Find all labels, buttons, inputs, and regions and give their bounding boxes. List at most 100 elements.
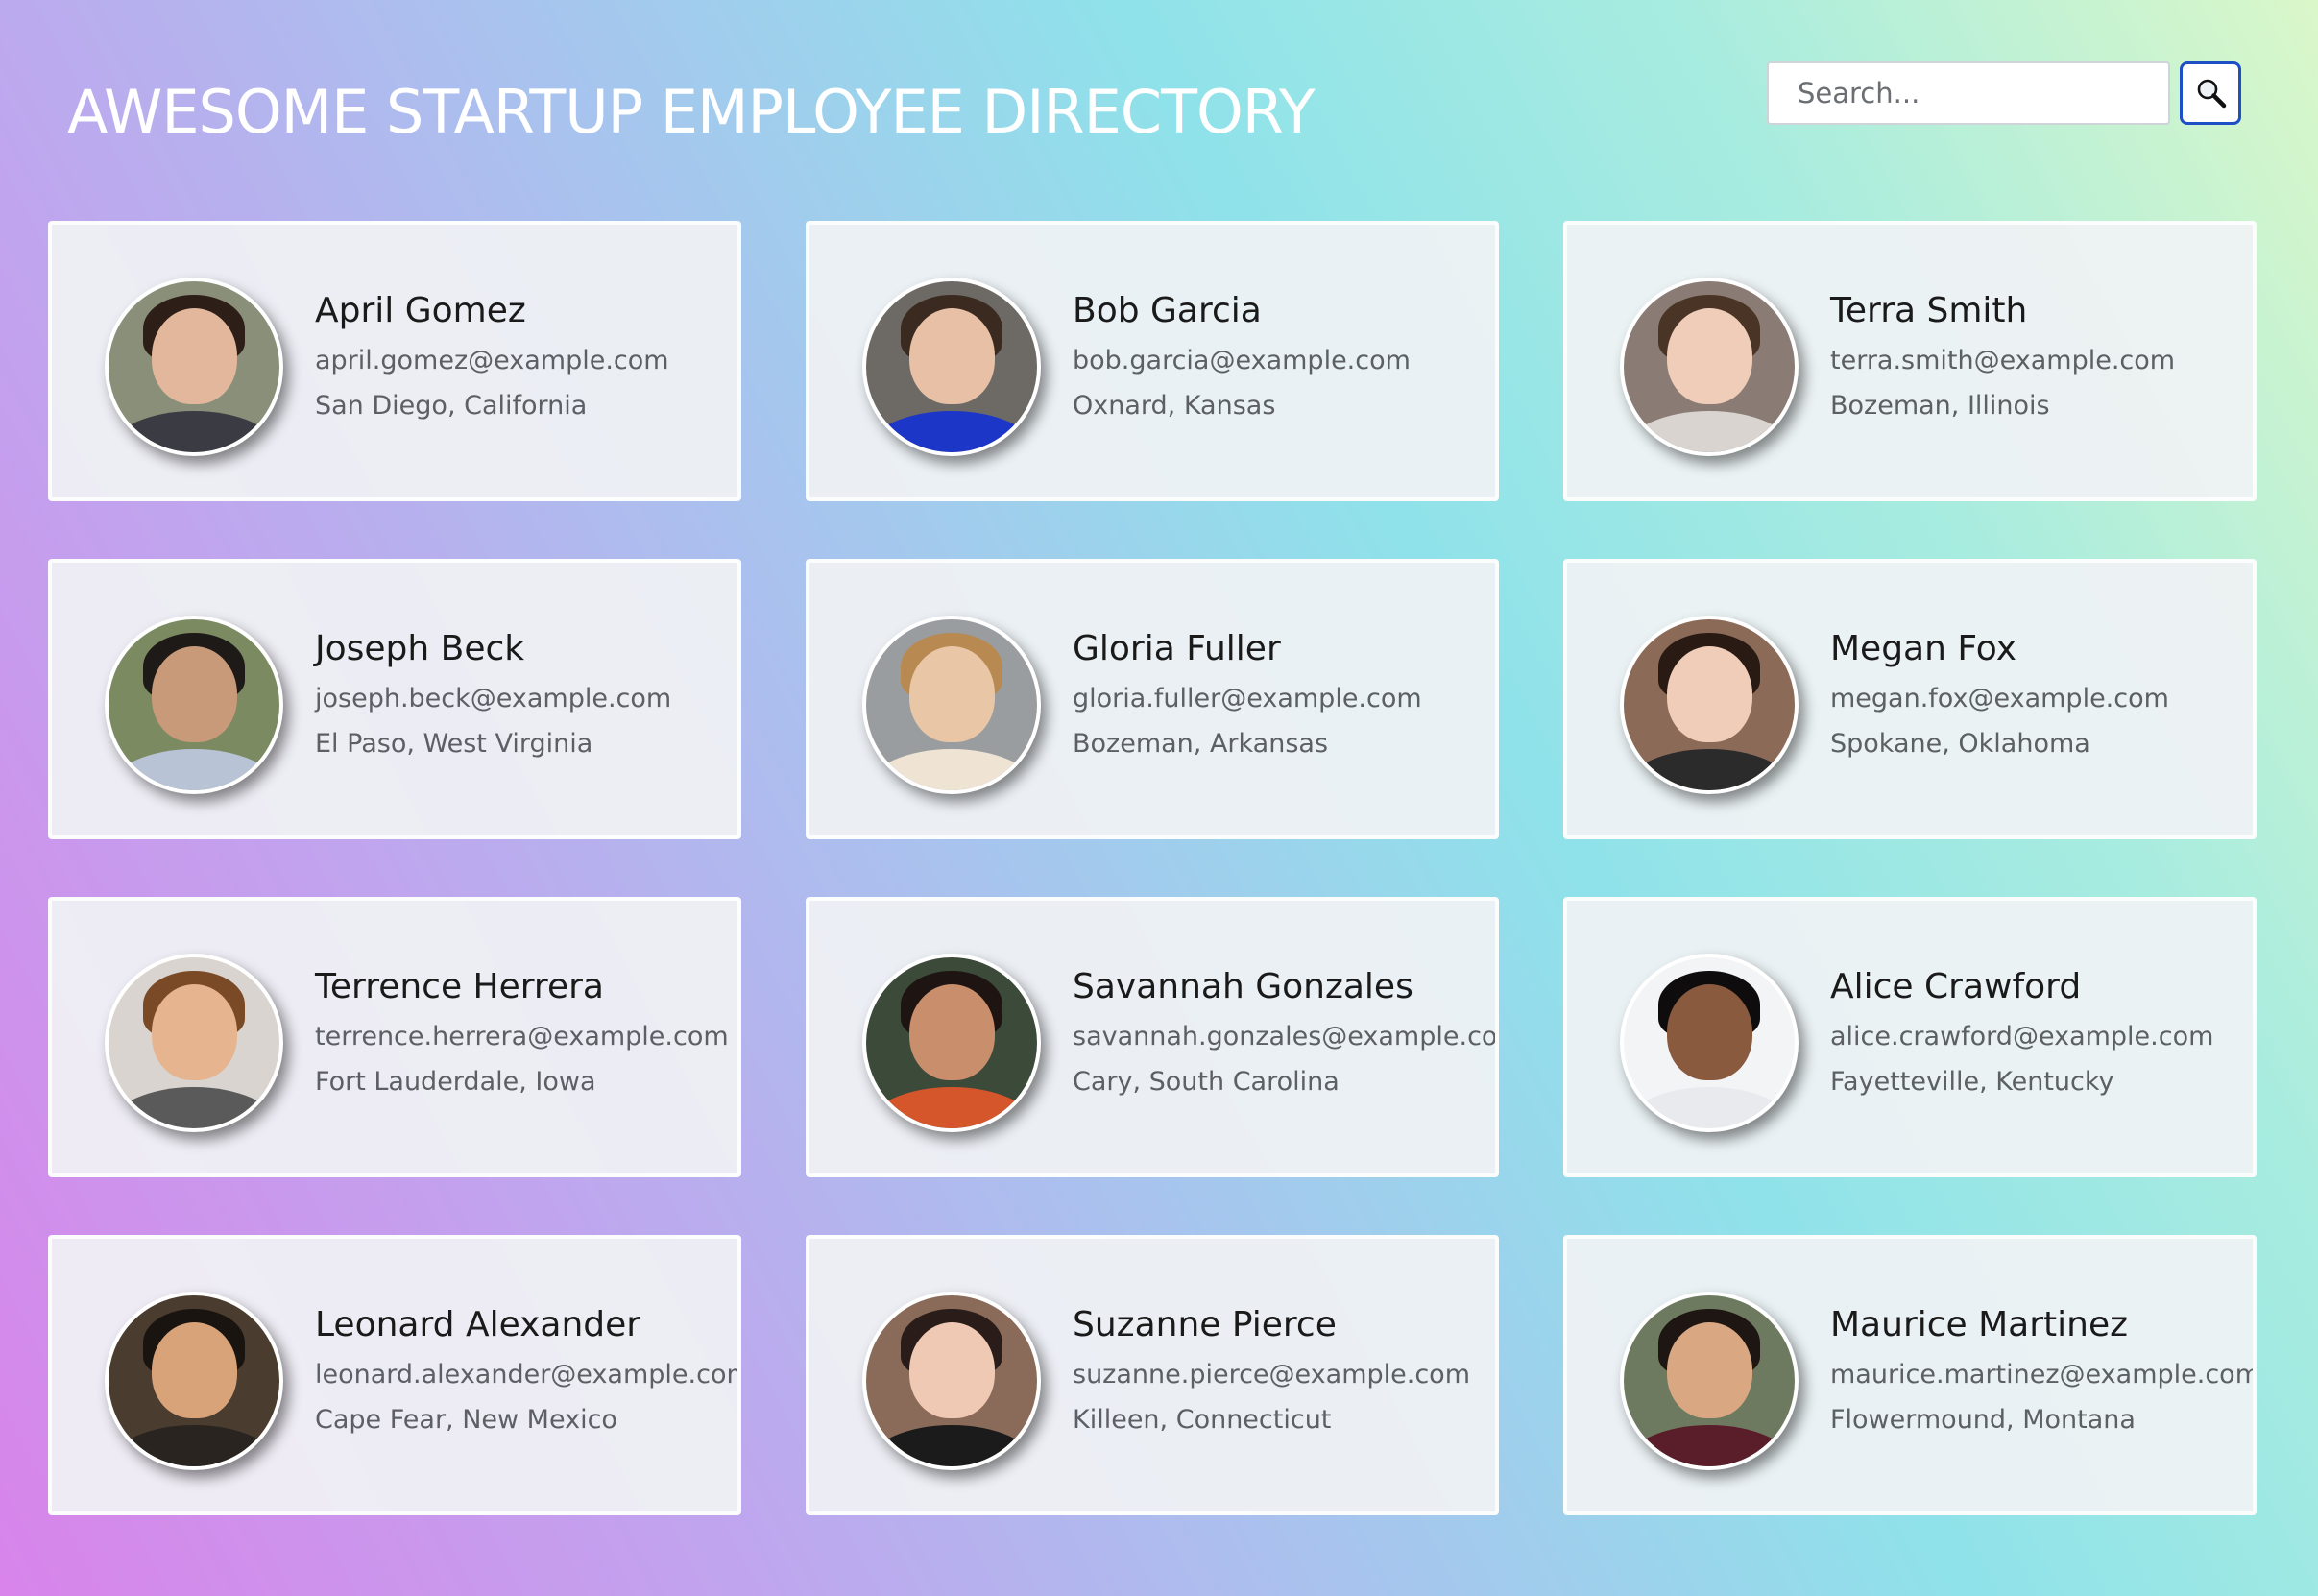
avatar-face (908, 308, 995, 405)
magnifier-icon (2197, 79, 2227, 109)
avatar-shoulders (111, 749, 277, 790)
avatar (105, 1292, 283, 1470)
employee-card[interactable]: Alice Crawford alice.crawford@example.co… (1563, 897, 2257, 1177)
card-info: Terra Smith terra.smith@example.com Boze… (1830, 288, 2253, 428)
employee-location: Bozeman, Arkansas (1073, 729, 1329, 759)
employee-email: maurice.martinez@example.com (1830, 1360, 2257, 1390)
employee-email: suzanne.pierce@example.com (1073, 1360, 1470, 1390)
card-info: Megan Fox megan.fox@example.com Spokane,… (1830, 626, 2253, 766)
card-info: Suzanne Pierce suzanne.pierce@example.co… (1073, 1302, 1495, 1442)
employee-name: Suzanne Pierce (1073, 1305, 1337, 1344)
employee-location: El Paso, West Virginia (315, 729, 593, 759)
avatar-face (151, 308, 237, 405)
page-title: AWESOME STARTUP EMPLOYEE DIRECTORY (67, 77, 1316, 147)
employee-card[interactable]: Maurice Martinez maurice.martinez@exampl… (1563, 1235, 2257, 1515)
avatar-face (1666, 1322, 1752, 1419)
avatar-shoulders (869, 1425, 1034, 1466)
employee-location: Spokane, Oklahoma (1830, 729, 2090, 759)
card-info: Terrence Herrera terrence.herrera@exampl… (315, 964, 737, 1104)
employee-name: Alice Crawford (1830, 967, 2082, 1006)
card-info: Leonard Alexander leonard.alexander@exam… (315, 1302, 737, 1442)
avatar-shoulders (869, 749, 1034, 790)
employee-gallery: April Gomez april.gomez@example.com San … (48, 221, 2257, 1515)
search-button[interactable] (2180, 61, 2241, 125)
employee-location: San Diego, California (315, 391, 588, 421)
card-info: April Gomez april.gomez@example.com San … (315, 288, 737, 428)
avatar-shoulders (869, 411, 1034, 452)
card-info: Joseph Beck joseph.beck@example.com El P… (315, 626, 737, 766)
employee-card[interactable]: Joseph Beck joseph.beck@example.com El P… (48, 559, 741, 839)
avatar (862, 1292, 1041, 1470)
employee-location: Cape Fear, New Mexico (315, 1405, 617, 1435)
employee-name: Terrence Herrera (315, 967, 604, 1006)
avatar (1620, 1292, 1799, 1470)
avatar-shoulders (111, 1425, 277, 1466)
employee-location: Killeen, Connecticut (1073, 1405, 1332, 1435)
employee-location: Cary, South Carolina (1073, 1067, 1340, 1097)
avatar-face (151, 646, 237, 743)
employee-email: terrence.herrera@example.com (315, 1022, 729, 1052)
employee-email: leonard.alexander@example.com (315, 1360, 741, 1390)
avatar-face (1666, 646, 1752, 743)
avatar (1620, 278, 1799, 456)
employee-name: Savannah Gonzales (1073, 967, 1413, 1006)
employee-card[interactable]: Suzanne Pierce suzanne.pierce@example.co… (806, 1235, 1499, 1515)
card-info: Alice Crawford alice.crawford@example.co… (1830, 964, 2253, 1104)
avatar (1620, 954, 1799, 1132)
avatar (1620, 616, 1799, 794)
search-form (1767, 61, 2241, 125)
avatar-shoulders (1627, 1087, 1792, 1128)
avatar-face (1666, 984, 1752, 1081)
employee-location: Bozeman, Illinois (1830, 391, 2050, 421)
employee-email: april.gomez@example.com (315, 346, 669, 375)
avatar-face (151, 1322, 237, 1419)
card-info: Maurice Martinez maurice.martinez@exampl… (1830, 1302, 2253, 1442)
employee-email: joseph.beck@example.com (315, 684, 672, 713)
employee-email: gloria.fuller@example.com (1073, 684, 1422, 713)
employee-location: Flowermound, Montana (1830, 1405, 2136, 1435)
employee-name: Leonard Alexander (315, 1305, 641, 1344)
employee-card[interactable]: Megan Fox megan.fox@example.com Spokane,… (1563, 559, 2257, 839)
employee-name: Gloria Fuller (1073, 629, 1281, 668)
employee-email: bob.garcia@example.com (1073, 346, 1411, 375)
avatar-face (908, 646, 995, 743)
avatar-face (908, 1322, 995, 1419)
card-info: Savannah Gonzales savannah.gonzales@exam… (1073, 964, 1495, 1104)
avatar-shoulders (111, 411, 277, 452)
avatar (105, 954, 283, 1132)
avatar (105, 278, 283, 456)
employee-email: alice.crawford@example.com (1830, 1022, 2214, 1052)
employee-name: Bob Garcia (1073, 291, 1262, 330)
employee-location: Oxnard, Kansas (1073, 391, 1276, 421)
avatar-shoulders (1627, 749, 1792, 790)
employee-location: Fayetteville, Kentucky (1830, 1067, 2114, 1097)
employee-card[interactable]: Terra Smith terra.smith@example.com Boze… (1563, 221, 2257, 501)
avatar-face (1666, 308, 1752, 405)
avatar-shoulders (1627, 1425, 1792, 1466)
employee-email: savannah.gonzales@example.com (1073, 1022, 1499, 1052)
employee-card[interactable]: April Gomez april.gomez@example.com San … (48, 221, 741, 501)
avatar (862, 278, 1041, 456)
employee-name: Maurice Martinez (1830, 1305, 2129, 1344)
employee-card[interactable]: Bob Garcia bob.garcia@example.com Oxnard… (806, 221, 1499, 501)
avatar-shoulders (869, 1087, 1034, 1128)
avatar (862, 616, 1041, 794)
search-input[interactable] (1767, 61, 2170, 125)
employee-name: Megan Fox (1830, 629, 2017, 668)
card-info: Bob Garcia bob.garcia@example.com Oxnard… (1073, 288, 1495, 428)
card-info: Gloria Fuller gloria.fuller@example.com … (1073, 626, 1495, 766)
avatar-face (908, 984, 995, 1081)
avatar-face (151, 984, 237, 1081)
employee-card[interactable]: Savannah Gonzales savannah.gonzales@exam… (806, 897, 1499, 1177)
employee-name: Joseph Beck (315, 629, 525, 668)
avatar (105, 616, 283, 794)
employee-name: April Gomez (315, 291, 526, 330)
avatar-shoulders (111, 1087, 277, 1128)
employee-location: Fort Lauderdale, Iowa (315, 1067, 596, 1097)
employee-card[interactable]: Gloria Fuller gloria.fuller@example.com … (806, 559, 1499, 839)
employee-card[interactable]: Terrence Herrera terrence.herrera@exampl… (48, 897, 741, 1177)
employee-email: terra.smith@example.com (1830, 346, 2176, 375)
employee-card[interactable]: Leonard Alexander leonard.alexander@exam… (48, 1235, 741, 1515)
employee-name: Terra Smith (1830, 291, 2028, 330)
employee-email: megan.fox@example.com (1830, 684, 2169, 713)
